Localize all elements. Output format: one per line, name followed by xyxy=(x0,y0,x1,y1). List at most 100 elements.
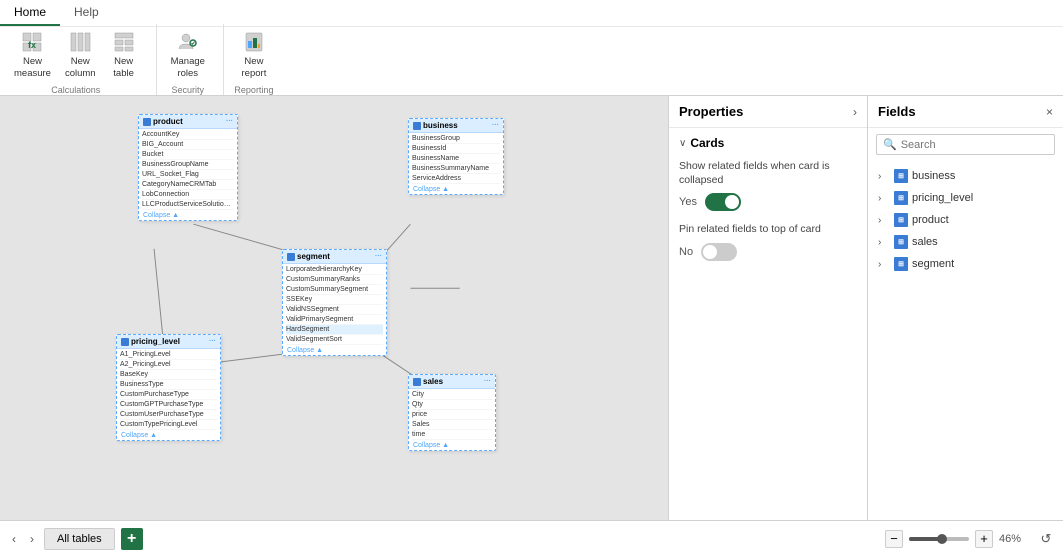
business-collapse[interactable]: Collapse ▲ xyxy=(409,185,503,194)
product-table-icon xyxy=(143,118,151,126)
table-row: price xyxy=(412,410,492,420)
pin-related-toggle[interactable] xyxy=(701,243,737,261)
zoom-reset-button[interactable]: ↺ xyxy=(1037,530,1055,548)
table-card-product[interactable]: product ··· AccountKey BIG_Account Bucke… xyxy=(138,114,238,221)
segment-field-icon: ⊞ xyxy=(894,257,908,271)
table-row: Bucket xyxy=(142,150,234,160)
pricing-table-actions: ··· xyxy=(209,338,216,345)
table-row: time xyxy=(412,430,492,440)
sales-table-icon xyxy=(413,378,421,386)
segment-table-title: segment xyxy=(297,252,330,261)
tab-home[interactable]: Home xyxy=(0,0,60,26)
table-card-pricing-level[interactable]: pricing_level ··· A1_PricingLevel A2_Pri… xyxy=(116,334,221,441)
table-card-business[interactable]: business ··· BusinessGroup BusinessId Bu… xyxy=(408,118,504,195)
search-box[interactable]: 🔍 xyxy=(876,134,1055,155)
new-report-button[interactable]: New report xyxy=(232,24,276,83)
table-card-sales[interactable]: sales ··· City Qty price Sales time Coll… xyxy=(408,374,496,451)
field-item-pricing-level[interactable]: › ⊞ pricing_level xyxy=(868,187,1063,209)
bottom-bar: ‹ › All tables + − + 46% ↺ xyxy=(0,520,1063,556)
table-row: CustomPurchaseType xyxy=(120,390,217,400)
zoom-controls: − + 46% ↺ xyxy=(885,530,1055,548)
table-row: City xyxy=(412,390,492,400)
new-table-icon xyxy=(110,28,138,56)
add-tab-button[interactable]: + xyxy=(121,528,143,550)
all-tables-tab[interactable]: All tables xyxy=(44,528,115,550)
manage-roles-icon xyxy=(174,28,202,56)
new-report-icon xyxy=(240,28,268,56)
table-row: BusinessGroupName xyxy=(142,160,234,170)
field-name-pricing-level: pricing_level xyxy=(912,192,973,204)
new-report-label: New report xyxy=(242,56,267,79)
product-table-title: product xyxy=(153,117,183,126)
fields-list: › ⊞ business › ⊞ pricing_level › ⊞ produ… xyxy=(868,161,1063,279)
ribbon-group-security: Manage roles Security xyxy=(165,24,224,95)
table-row: SSEKey xyxy=(286,295,383,305)
nav-prev[interactable]: ‹ xyxy=(8,530,20,548)
sales-table-title: sales xyxy=(423,377,443,386)
field-item-segment[interactable]: › ⊞ segment xyxy=(868,253,1063,275)
table-row: LLCProductServiceSolutionName xyxy=(142,200,234,210)
table-row: CustomTypePricingLevel xyxy=(120,420,217,430)
segment-table-actions: ··· xyxy=(375,253,382,260)
table-row: URL_Socket_Flag xyxy=(142,170,234,180)
table-row: A1_PricingLevel xyxy=(120,350,217,360)
field-item-sales[interactable]: › ⊞ sales xyxy=(868,231,1063,253)
nav-next[interactable]: › xyxy=(26,530,38,548)
manage-roles-button[interactable]: Manage roles xyxy=(165,24,211,83)
table-row: CategoryNameCRMTab xyxy=(142,180,234,190)
table-row: ServiceAddress xyxy=(412,174,500,184)
table-card-segment[interactable]: segment ··· LorporatedHierarchyKey Custo… xyxy=(282,249,387,356)
properties-expand-icon[interactable]: › xyxy=(853,105,857,119)
field-expand-icon: › xyxy=(878,215,890,226)
properties-panel-title: Properties xyxy=(679,104,743,119)
field-item-product[interactable]: › ⊞ product xyxy=(868,209,1063,231)
pin-related-value: No xyxy=(679,246,693,258)
product-field-icon: ⊞ xyxy=(894,213,908,227)
show-related-value: Yes xyxy=(679,196,697,208)
zoom-minus-button[interactable]: − xyxy=(885,530,903,548)
segment-table-icon xyxy=(287,253,295,261)
new-table-button[interactable]: New table xyxy=(104,24,144,83)
table-row: A2_PricingLevel xyxy=(120,360,217,370)
pricing-collapse[interactable]: Collapse ▲ xyxy=(117,431,220,440)
table-row: BusinessId xyxy=(412,144,500,154)
business-field-icon: ⊞ xyxy=(894,169,908,183)
table-row: BusinessType xyxy=(120,380,217,390)
ribbon-group-reporting: New report Reporting xyxy=(232,24,288,95)
pin-related-row: Pin related fields to top of card No xyxy=(679,223,857,261)
table-row: CustomGPTPurchaseType xyxy=(120,400,217,410)
segment-collapse[interactable]: Collapse ▲ xyxy=(283,346,386,355)
business-table-icon xyxy=(413,122,421,130)
diagram-canvas[interactable]: product ··· AccountKey BIG_Account Bucke… xyxy=(0,96,668,520)
pricing-table-icon xyxy=(121,338,129,346)
field-expand-icon: › xyxy=(878,259,890,270)
sales-table-actions: ··· xyxy=(484,378,491,385)
table-row: AccountKey xyxy=(142,130,234,140)
new-table-label: New table xyxy=(113,56,134,79)
field-item-business[interactable]: › ⊞ business xyxy=(868,165,1063,187)
zoom-slider-track[interactable] xyxy=(909,537,969,541)
fields-panel-close[interactable]: × xyxy=(1046,105,1053,119)
table-row: CustomSummaryRanks xyxy=(286,275,383,285)
pin-related-label: Pin related fields to top of card xyxy=(679,223,857,237)
manage-roles-label: Manage roles xyxy=(171,56,205,79)
reporting-group-label: Reporting xyxy=(234,85,273,95)
search-icon: 🔍 xyxy=(883,138,897,151)
show-related-toggle[interactable] xyxy=(705,193,741,211)
tab-help[interactable]: Help xyxy=(60,0,113,26)
cards-section-expand[interactable]: ∨ xyxy=(679,138,686,149)
zoom-plus-button[interactable]: + xyxy=(975,530,993,548)
zoom-value: 46% xyxy=(999,533,1031,545)
new-measure-icon: fx xyxy=(18,28,46,56)
new-measure-button[interactable]: fx New measure xyxy=(8,24,57,83)
new-column-label: New column xyxy=(65,56,96,79)
product-collapse[interactable]: Collapse ▲ xyxy=(139,211,237,220)
sales-collapse[interactable]: Collapse ▲ xyxy=(409,441,495,450)
new-column-button[interactable]: New column xyxy=(59,24,102,83)
cards-section-title: Cards xyxy=(690,136,724,150)
sales-field-icon: ⊞ xyxy=(894,235,908,249)
table-row: Qty xyxy=(412,400,492,410)
search-input[interactable] xyxy=(901,139,1048,151)
pricing-table-title: pricing_level xyxy=(131,337,180,346)
field-name-product: product xyxy=(912,214,949,226)
